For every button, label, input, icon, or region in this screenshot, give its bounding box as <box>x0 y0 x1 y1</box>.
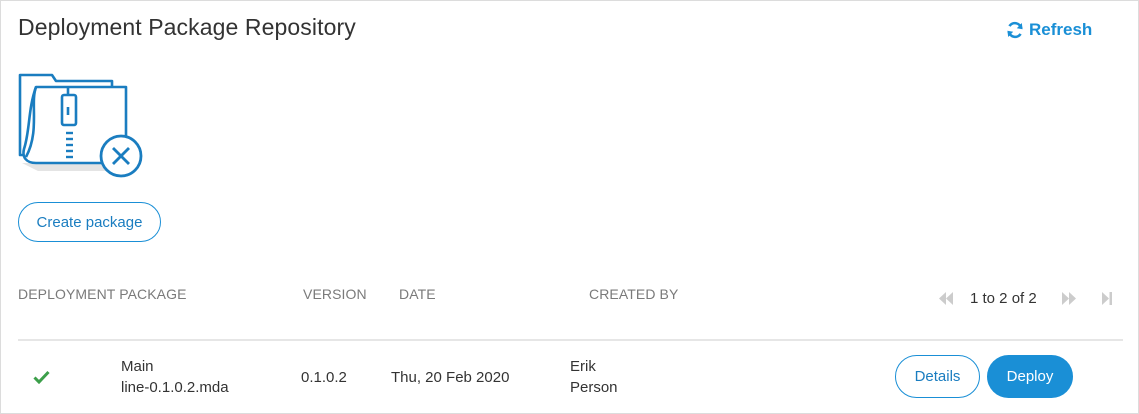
deploy-button[interactable]: Deploy <box>987 355 1073 398</box>
refresh-icon <box>1007 21 1023 39</box>
column-header-created-by[interactable]: CREATED BY <box>589 286 678 302</box>
package-date: Thu, 20 Feb 2020 <box>391 369 510 386</box>
package-version: 0.1.0.2 <box>301 369 347 386</box>
details-button[interactable]: Details <box>895 355 980 398</box>
next-page-icon[interactable] <box>1061 292 1077 305</box>
creator-line1: Erik <box>570 358 596 375</box>
page-title: Deployment Package Repository <box>18 14 356 40</box>
refresh-label: Refresh <box>1029 20 1093 39</box>
table-divider <box>18 339 1123 341</box>
refresh-button[interactable]: Refresh <box>1005 20 1092 40</box>
pagination-label: 1 to 2 of 2 <box>970 290 1037 307</box>
first-page-icon[interactable] <box>938 292 954 305</box>
empty-package-illustration-icon <box>18 73 143 178</box>
column-header-package[interactable]: DEPLOYMENT PACKAGE <box>18 286 187 302</box>
column-header-version[interactable]: VERSION <box>303 286 367 302</box>
repository-panel: Deployment Package Repository Refresh Cr… <box>0 0 1139 414</box>
success-check-icon <box>33 370 50 384</box>
package-name: Main line-0.1.0.2.mda <box>121 356 229 398</box>
create-package-button[interactable]: Create package <box>18 202 161 242</box>
package-name-line1: Main <box>121 358 154 375</box>
last-page-icon[interactable] <box>1101 292 1113 305</box>
package-name-line2: line-0.1.0.2.mda <box>121 379 229 396</box>
package-creator: Erik Person <box>570 356 618 398</box>
column-header-date[interactable]: DATE <box>399 286 436 302</box>
creator-line2: Person <box>570 379 618 396</box>
